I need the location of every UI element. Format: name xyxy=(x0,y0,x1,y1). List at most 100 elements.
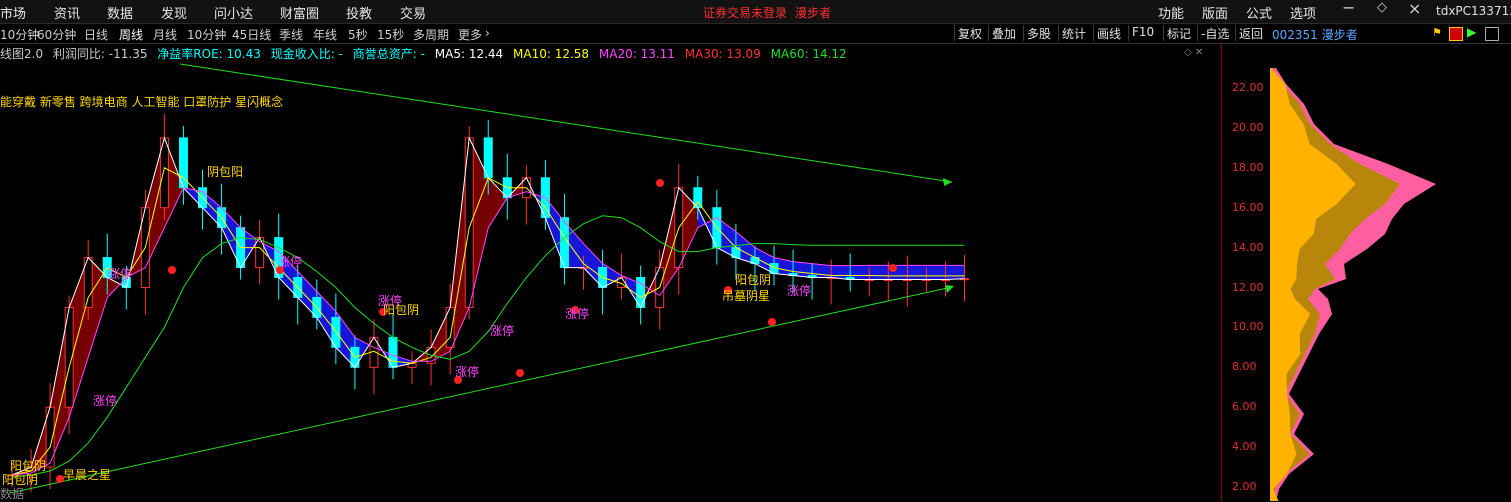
chevron-right-icon[interactable]: › xyxy=(485,26,490,40)
y-tick-label: 12.00 xyxy=(1232,280,1264,294)
period-5s[interactable]: 5秒 xyxy=(348,26,368,43)
menu-function[interactable]: 功能 xyxy=(1158,3,1184,22)
pattern-signal-label: 涨停 xyxy=(278,255,303,269)
footer-fragment: 数据 xyxy=(0,487,25,501)
period-week[interactable]: 周线 xyxy=(119,26,143,43)
y-tick-label: 20.00 xyxy=(1232,120,1264,134)
period-10min-b[interactable]: 10分钟 xyxy=(187,26,226,43)
pattern-signal-label: 涨停 xyxy=(455,365,480,379)
ma-band-segment xyxy=(869,265,889,280)
indicator-name: 线图2.0 xyxy=(0,47,44,61)
y-tick-label: 14.00 xyxy=(1232,240,1264,254)
ma20-readout: MA20: 13.11 xyxy=(598,47,675,61)
ma30-readout: MA30: 13.09 xyxy=(684,47,761,61)
tool-statistics[interactable]: 统计 xyxy=(1058,25,1089,41)
period-60min[interactable]: 60分钟 xyxy=(37,26,76,43)
menu-market[interactable]: 市场 xyxy=(0,3,26,22)
login-notice[interactable]: 证券交易未登录 xyxy=(703,4,787,21)
y-tick-label: 6.00 xyxy=(1232,400,1257,414)
info-panel-controls-icon[interactable]: ◇ ✕ xyxy=(1184,47,1203,58)
y-tick-label: 10.00 xyxy=(1232,320,1264,334)
ma10-readout: MA10: 12.58 xyxy=(513,47,590,61)
period-multi[interactable]: 多周期 xyxy=(413,26,449,43)
y-tick-label: 8.00 xyxy=(1232,360,1257,374)
pattern-signal-label: 涨停 xyxy=(93,394,118,408)
cash-ratio: 现金收入比: - xyxy=(270,47,343,61)
pattern-signal-label: 阴包阳 xyxy=(207,165,244,179)
pattern-signal-label: 涨停 xyxy=(787,284,812,298)
tool-restore-rights[interactable]: 复权 xyxy=(954,25,985,41)
tool-mark[interactable]: 标记 xyxy=(1163,25,1194,41)
menu-discover[interactable]: 发现 xyxy=(161,3,187,22)
period-day[interactable]: 日线 xyxy=(84,26,108,43)
period-45day[interactable]: 45日线 xyxy=(232,26,271,43)
flag-icon[interactable]: ⚑ xyxy=(1432,26,1444,39)
menu-trade[interactable]: 交易 xyxy=(400,3,426,22)
grid-icon[interactable] xyxy=(1485,27,1499,41)
menu-news[interactable]: 资讯 xyxy=(54,3,80,22)
signal-marker xyxy=(168,266,176,274)
y-tick-label: 22.00 xyxy=(1232,81,1264,94)
signal-marker xyxy=(768,318,776,326)
price-axis xyxy=(1221,44,1270,501)
y-tick-label: 4.00 xyxy=(1232,440,1257,454)
pattern-signal-label: 早晨之星 xyxy=(63,468,112,482)
profit-yoy: 利润同比: -11.35 xyxy=(52,47,148,61)
ma60-readout: MA60: 14.12 xyxy=(770,47,847,61)
restore-icon[interactable]: ◇ xyxy=(1377,0,1387,15)
period-10min[interactable]: 10分钟 xyxy=(0,26,39,43)
pattern-signal-label: 吊墓阴星 xyxy=(722,289,771,303)
ma-band-segment xyxy=(907,265,927,280)
price-chart[interactable] xyxy=(0,61,1221,501)
pattern-signal-label: 阳包阴 xyxy=(735,273,772,287)
period-bar: 10分钟 60分钟 日线 周线 月线 10分钟 45日线 季线 年线 5秒 15… xyxy=(0,24,1511,44)
stock-code-label: 002351 漫步者 xyxy=(1272,28,1358,42)
menu-education[interactable]: 投教 xyxy=(346,3,372,22)
tool-draw-line[interactable]: 画线 xyxy=(1093,25,1124,41)
ma5-readout: MA5: 12.44 xyxy=(434,47,504,61)
trendline-lower xyxy=(9,286,953,494)
period-more[interactable]: 更多 xyxy=(458,26,482,43)
ma60-line xyxy=(11,215,965,478)
minimize-icon[interactable]: − xyxy=(1342,0,1355,17)
menu-bar: 市场 资讯 数据 发现 问小达 财富圈 投教 交易 证券交易未登录 漫步者 功能… xyxy=(0,0,1511,24)
red-flag-icon[interactable] xyxy=(1449,27,1463,41)
menu-options[interactable]: 选项 xyxy=(1290,3,1316,22)
y-tick-label: 18.00 xyxy=(1232,160,1264,174)
signal-marker xyxy=(516,369,524,377)
menu-data[interactable]: 数据 xyxy=(107,3,133,22)
menu-ask[interactable]: 问小达 xyxy=(214,3,253,22)
tool-f10[interactable]: F10 xyxy=(1128,25,1157,41)
user-name[interactable]: 漫步者 xyxy=(795,4,831,21)
trendline-arrow-upper xyxy=(943,178,952,186)
tool-overlay[interactable]: 叠加 xyxy=(988,25,1019,41)
indicator-info-line: 线图2.0 利润同比: -11.35 净益率ROE: 10.43 现金收入比: … xyxy=(0,45,853,61)
y-tick-label: 2.00 xyxy=(1232,480,1257,493)
period-15s[interactable]: 15秒 xyxy=(377,26,404,43)
play-icon[interactable]: ▶ xyxy=(1467,25,1479,39)
roe-value: 净益率ROE: 10.43 xyxy=(157,47,261,61)
trendline-upper xyxy=(179,63,953,183)
tool-back[interactable]: 返回 xyxy=(1235,25,1266,41)
close-window-icon[interactable]: × xyxy=(1408,0,1421,18)
trendline-arrow-lower xyxy=(945,285,954,293)
period-month[interactable]: 月线 xyxy=(153,26,177,43)
y-tick-label: 16.00 xyxy=(1232,200,1264,214)
menu-wealth-circle[interactable]: 财富圈 xyxy=(280,3,319,22)
ma-band-segment xyxy=(945,265,965,280)
tool-watchlist[interactable]: -自选 xyxy=(1197,25,1232,41)
pattern-signal-label: 涨停 xyxy=(565,307,590,321)
signal-marker xyxy=(889,264,897,272)
pc-id-label: tdxPC133713 xyxy=(1436,4,1511,18)
menu-layout[interactable]: 版面 xyxy=(1202,3,1228,22)
pattern-signal-label: 涨停 xyxy=(490,324,515,338)
signal-marker xyxy=(656,179,664,187)
tool-multi-stock[interactable]: 多股 xyxy=(1023,25,1054,41)
ma-band-segment xyxy=(926,265,946,280)
pattern-signal-label: 涨停 xyxy=(378,294,403,308)
pattern-signal-label: 涨停 xyxy=(108,267,133,281)
menu-formula[interactable]: 公式 xyxy=(1246,3,1272,22)
period-year[interactable]: 年线 xyxy=(313,26,337,43)
period-quarter[interactable]: 季线 xyxy=(279,26,303,43)
goodwill-ratio: 商誉总资产: - xyxy=(352,47,425,61)
